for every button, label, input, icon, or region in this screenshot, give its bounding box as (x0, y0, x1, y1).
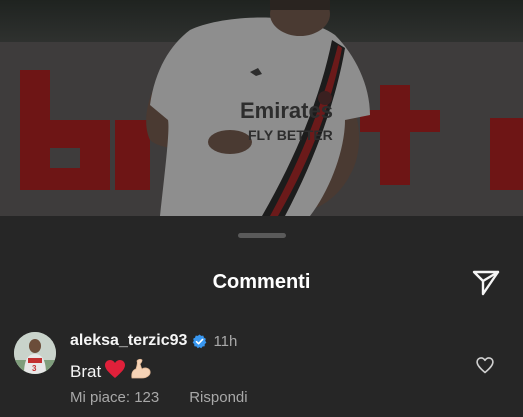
jersey-sponsor-text: Emirates (240, 98, 333, 123)
avatar-image: 3 (14, 332, 56, 374)
verified-badge-icon (193, 333, 207, 348)
comment-text: Brat (70, 361, 102, 381)
sheet-drag-handle[interactable] (238, 233, 286, 238)
send-icon[interactable] (470, 266, 502, 298)
heart-outline-icon[interactable] (475, 355, 495, 375)
player-image: Emirates FLY BETTER (0, 0, 523, 216)
avatar[interactable]: 3 (14, 332, 56, 374)
post-photo: Emirates FLY BETTER (0, 0, 523, 216)
svg-text:3: 3 (32, 364, 37, 373)
comment-timestamp: 11h (213, 332, 238, 350)
comment-item: 3 aleksa_terzic93 11h Brat Mi piace: 123… (0, 326, 523, 417)
jersey-sponsor-subtext: FLY BETTER (248, 127, 333, 143)
red-heart-emoji (104, 359, 126, 384)
likes-count[interactable]: Mi piace: 123 (70, 389, 159, 406)
comment-header: aleksa_terzic93 11h (70, 331, 237, 351)
comments-title: Commenti (212, 271, 311, 293)
reply-button[interactable]: Rispondi (189, 389, 247, 406)
comment-username[interactable]: aleksa_terzic93 (70, 332, 187, 350)
comments-sheet: Commenti 3 aleksa_terzic93 11h Brat Mi p… (0, 216, 523, 417)
comment-body: Brat (70, 358, 153, 385)
flexed-biceps-emoji (129, 358, 153, 385)
comment-actions: Mi piace: 123 Rispondi (70, 389, 248, 406)
